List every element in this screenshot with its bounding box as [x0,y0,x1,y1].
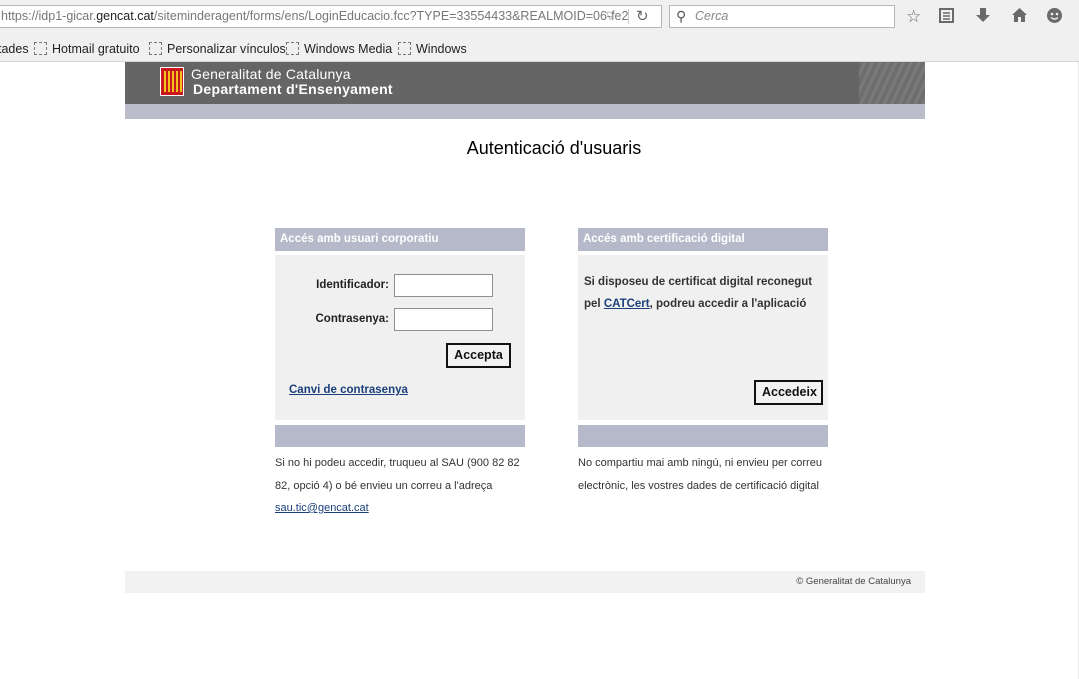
address-bar-separator [628,9,629,24]
generalitat-logo-icon[interactable] [160,67,184,96]
address-bar[interactable]: https://idp1-gicar.gencat.cat/siteminder… [0,5,662,28]
folder-icon [34,42,47,55]
cert-description: Si disposeu de certificat digital recone… [584,271,822,315]
home-icon[interactable] [1011,7,1028,29]
header-organization: Generalitat de Catalunya [191,66,351,82]
folder-icon [398,42,411,55]
dropdown-arrow-icon[interactable]: ▽ [606,6,614,27]
identifier-label: Identificador: [316,279,389,291]
site-header: Generalitat de Catalunya Departament d'E… [125,62,925,104]
bookmark-item[interactable]: Windows Media [286,42,392,56]
identifier-input[interactable] [394,274,493,297]
access-button[interactable]: Accedeix [754,380,823,405]
page-title: Autenticació d'usuaris [466,138,642,158]
login-help-text: Si no hi podeu accedir, truqueu al SAU (… [275,457,520,492]
bookmark-item[interactable]: Personalizar vínculos [149,42,286,56]
sau-email-link[interactable]: sau.tic@gencat.cat [275,502,369,514]
browser-toolbar: https://idp1-gicar.gencat.cat/siteminder… [0,0,1079,36]
password-label: Contrasenya: [315,313,390,325]
login-help-note: Si no hi podeu accedir, truqueu al SAU (… [275,452,527,520]
search-placeholder: Cerca [695,9,729,23]
bookmark-item[interactable]: Hotmail gratuito [34,42,140,56]
cert-box-footer [578,425,828,447]
search-input[interactable]: ⚲ Cerca [669,5,895,28]
bookmarks-bar: tades Hotmail gratuito Personalizar vínc… [0,36,1079,62]
header-department: Departament d'Ensenyament [193,81,393,97]
folder-icon [149,42,162,55]
login-box-heading: Accés amb usuari corporatiu [275,228,525,251]
accept-button[interactable]: Accepta [446,343,511,368]
cert-warning-note: No compartiu mai amb ningú, ni envieu pe… [578,457,822,492]
catcert-link[interactable]: CATCert [604,298,650,310]
login-box-footer [275,425,525,447]
password-input[interactable] [394,308,493,331]
reload-icon[interactable]: ↻ [636,6,649,27]
page-footer: © Generalitat de Catalunya [125,571,925,593]
cert-box-heading: Accés amb certificació digital [578,228,828,251]
address-bar-url[interactable]: https://idp1-gicar.gencat.cat/siteminder… [1,6,628,27]
header-band [125,104,925,119]
reading-list-icon[interactable] [938,7,955,29]
folder-icon [286,42,299,55]
star-icon[interactable]: ☆ [906,7,921,27]
smiley-icon[interactable] [1046,7,1063,29]
bookmark-item[interactable]: Windows [398,42,467,56]
change-password-link[interactable]: Canvi de contrasenya [289,384,408,396]
header-decoration [859,62,925,104]
search-icon: ⚲ [676,8,687,24]
copyright-text: © Generalitat de Catalunya [796,576,911,587]
bookmark-item[interactable]: tades [0,42,29,56]
download-icon[interactable] [975,7,991,29]
cert-text-after: , podreu accedir a l'aplicació [649,298,807,310]
